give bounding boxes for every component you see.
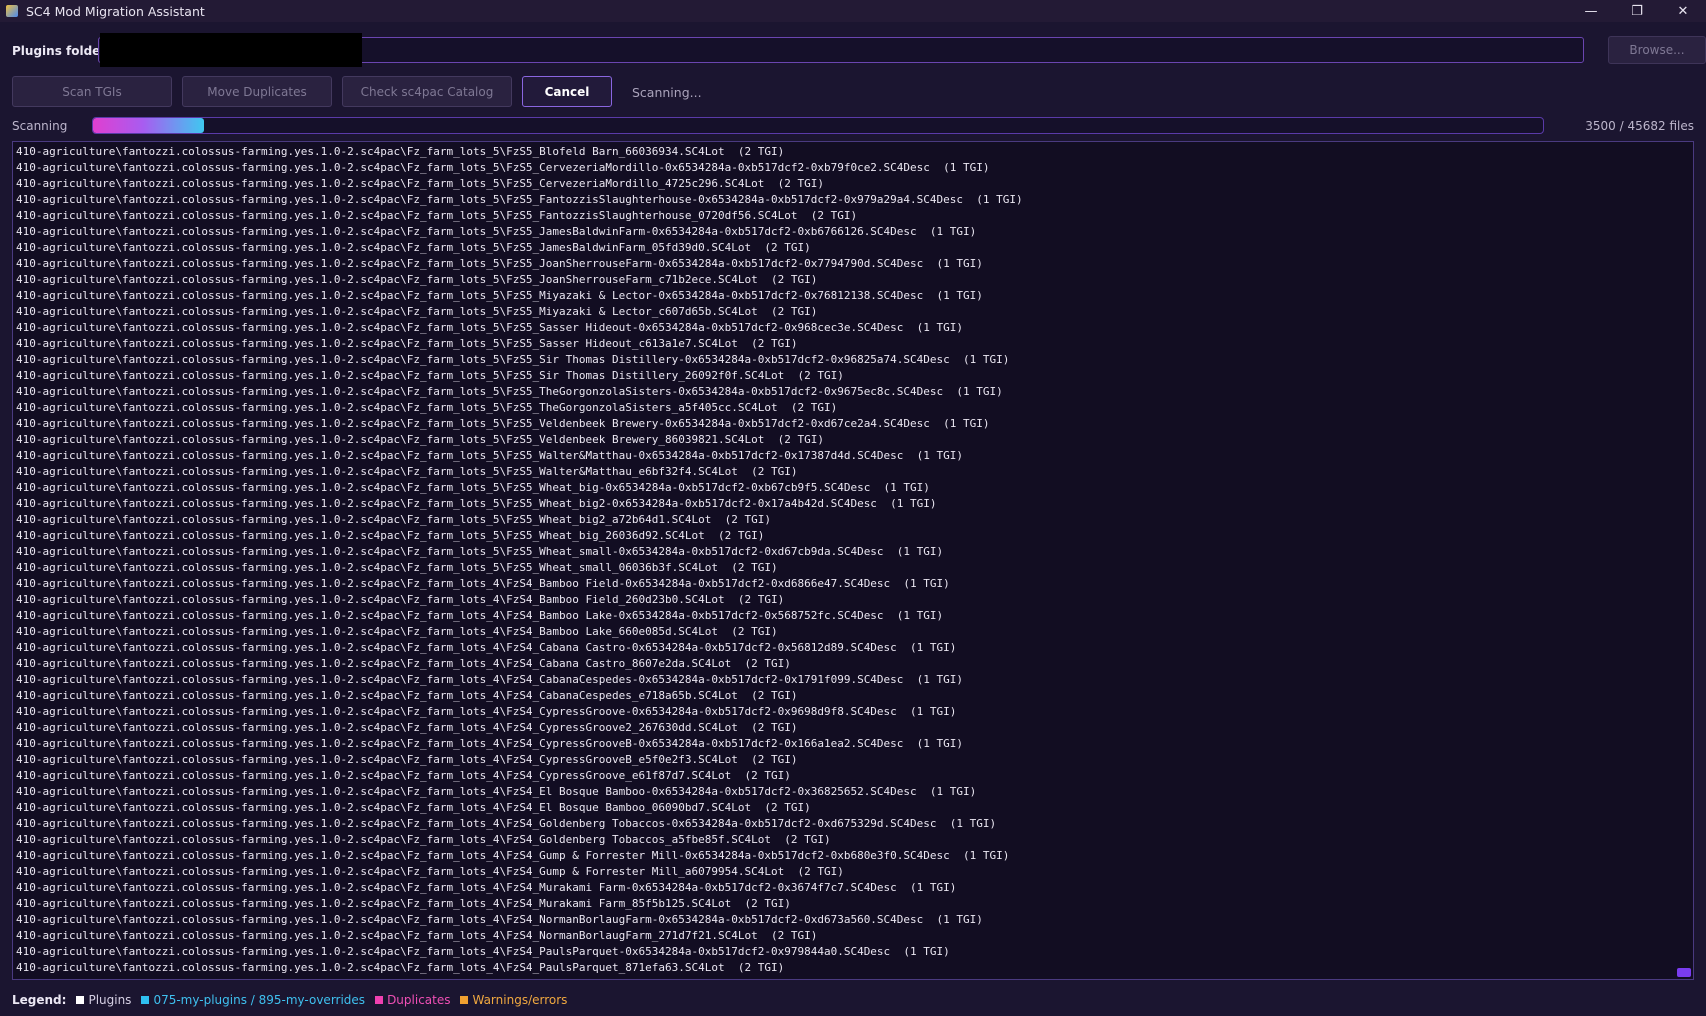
file-count: 3500 / 45682 files [1585, 119, 1694, 133]
progress-bar [92, 117, 1544, 134]
legend-label: 075-my-plugins / 895-my-overrides [153, 993, 366, 1007]
scan-log[interactable]: 410-agriculture\fantozzi.colossus-farmin… [12, 141, 1694, 980]
log-line: 410-agriculture\fantozzi.colossus-farmin… [16, 289, 983, 302]
check-catalog-button[interactable]: Check sc4pac Catalog [342, 76, 512, 107]
legend-swatch [141, 996, 150, 1004]
log-line: 410-agriculture\fantozzi.colossus-farmin… [16, 225, 977, 238]
log-line: 410-agriculture\fantozzi.colossus-farmin… [16, 833, 831, 846]
log-line: 410-agriculture\fantozzi.colossus-farmin… [16, 609, 944, 622]
log-line: 410-agriculture\fantozzi.colossus-farmin… [16, 801, 811, 814]
minimize-button[interactable]: — [1568, 0, 1614, 22]
log-line: 410-agriculture\fantozzi.colossus-farmin… [16, 689, 798, 702]
log-line: 410-agriculture\fantozzi.colossus-farmin… [16, 849, 1010, 862]
log-line: 410-agriculture\fantozzi.colossus-farmin… [16, 145, 785, 158]
move-duplicates-button[interactable]: Move Duplicates [182, 76, 332, 107]
log-line: 410-agriculture\fantozzi.colossus-farmin… [16, 737, 964, 750]
legend-title: Legend: [12, 993, 67, 1007]
progress-fill [93, 118, 205, 133]
log-line: 410-agriculture\fantozzi.colossus-farmin… [16, 817, 997, 830]
progress-row: Scanning 3500 / 45682 files [12, 116, 1694, 136]
progress-label: Scanning [12, 119, 68, 133]
log-line: 410-agriculture\fantozzi.colossus-farmin… [16, 705, 957, 718]
legend-label: Warnings/errors [472, 993, 568, 1007]
scrollbar-thumb[interactable] [1677, 968, 1691, 977]
browse-button[interactable]: Browse... [1608, 36, 1706, 64]
cancel-button[interactable]: Cancel [522, 76, 612, 107]
log-line: 410-agriculture\fantozzi.colossus-farmin… [16, 897, 791, 910]
log-line: 410-agriculture\fantozzi.colossus-farmin… [16, 273, 818, 286]
log-line: 410-agriculture\fantozzi.colossus-farmin… [16, 369, 844, 382]
log-line: 410-agriculture\fantozzi.colossus-farmin… [16, 593, 785, 606]
log-line: 410-agriculture\fantozzi.colossus-farmin… [16, 929, 818, 942]
title-bar: SC4 Mod Migration Assistant — ❐ ✕ [0, 0, 1706, 22]
plugins-folder-label: Plugins folder: [12, 44, 112, 58]
legend: Legend: Plugins 075-my-plugins / 895-my-o… [12, 992, 577, 1008]
log-line: 410-agriculture\fantozzi.colossus-farmin… [16, 321, 964, 334]
scan-tgis-button[interactable]: Scan TGIs [12, 76, 172, 107]
legend-label: Plugins [88, 993, 132, 1007]
log-line: 410-agriculture\fantozzi.colossus-farmin… [16, 657, 791, 670]
log-line: 410-agriculture\fantozzi.colossus-farmin… [16, 625, 778, 638]
legend-item: Warnings/errors [460, 993, 567, 1007]
log-line: 410-agriculture\fantozzi.colossus-farmin… [16, 577, 950, 590]
toolbar: Scan TGIs Move Duplicates Check sc4pac C… [12, 76, 1694, 108]
log-line: 410-agriculture\fantozzi.colossus-farmin… [16, 769, 791, 782]
log-line: 410-agriculture\fantozzi.colossus-farmin… [16, 497, 937, 510]
log-line: 410-agriculture\fantozzi.colossus-farmin… [16, 257, 983, 270]
window-title: SC4 Mod Migration Assistant [26, 3, 205, 19]
log-line: 410-agriculture\fantozzi.colossus-farmin… [16, 433, 824, 446]
log-line: 410-agriculture\fantozzi.colossus-farmin… [16, 673, 964, 686]
scan-status-text: Scanning... [632, 85, 702, 100]
legend-swatch [76, 996, 85, 1004]
log-line: 410-agriculture\fantozzi.colossus-farmin… [16, 753, 798, 766]
log-line: 410-agriculture\fantozzi.colossus-farmin… [16, 545, 944, 558]
log-line: 410-agriculture\fantozzi.colossus-farmin… [16, 513, 771, 526]
restore-button[interactable]: ❐ [1614, 0, 1660, 22]
log-lines: 410-agriculture\fantozzi.colossus-farmin… [16, 144, 1663, 976]
log-line: 410-agriculture\fantozzi.colossus-farmin… [16, 177, 824, 190]
legend-item: Duplicates [375, 993, 450, 1007]
log-line: 410-agriculture\fantozzi.colossus-farmin… [16, 529, 765, 542]
log-line: 410-agriculture\fantozzi.colossus-farmin… [16, 865, 844, 878]
log-line: 410-agriculture\fantozzi.colossus-farmin… [16, 161, 990, 174]
redacted-path-block [100, 33, 362, 67]
log-line: 410-agriculture\fantozzi.colossus-farmin… [16, 401, 838, 414]
window-controls: — ❐ ✕ [1568, 0, 1706, 22]
app-icon [6, 5, 18, 17]
log-line: 410-agriculture\fantozzi.colossus-farmin… [16, 417, 990, 430]
legend-swatch [460, 996, 469, 1004]
log-line: 410-agriculture\fantozzi.colossus-farmin… [16, 881, 957, 894]
legend-item: Plugins [76, 993, 131, 1007]
log-line: 410-agriculture\fantozzi.colossus-farmin… [16, 945, 950, 958]
log-line: 410-agriculture\fantozzi.colossus-farmin… [16, 449, 964, 462]
log-line: 410-agriculture\fantozzi.colossus-farmin… [16, 961, 785, 974]
legend-swatch [375, 996, 384, 1004]
log-line: 410-agriculture\fantozzi.colossus-farmin… [16, 785, 977, 798]
log-line: 410-agriculture\fantozzi.colossus-farmin… [16, 209, 858, 222]
log-line: 410-agriculture\fantozzi.colossus-farmin… [16, 337, 798, 350]
log-line: 410-agriculture\fantozzi.colossus-farmin… [16, 465, 798, 478]
log-line: 410-agriculture\fantozzi.colossus-farmin… [16, 193, 1023, 206]
log-line: 410-agriculture\fantozzi.colossus-farmin… [16, 561, 778, 574]
log-line: 410-agriculture\fantozzi.colossus-farmin… [16, 385, 1003, 398]
close-button[interactable]: ✕ [1660, 0, 1706, 22]
legend-label: Duplicates [387, 993, 451, 1007]
log-line: 410-agriculture\fantozzi.colossus-farmin… [16, 353, 1010, 366]
log-line: 410-agriculture\fantozzi.colossus-farmin… [16, 481, 930, 494]
log-line: 410-agriculture\fantozzi.colossus-farmin… [16, 305, 818, 318]
log-line: 410-agriculture\fantozzi.colossus-farmin… [16, 721, 798, 734]
legend-item: 075-my-plugins / 895-my-overrides [141, 993, 365, 1007]
log-line: 410-agriculture\fantozzi.colossus-farmin… [16, 241, 811, 254]
log-line: 410-agriculture\fantozzi.colossus-farmin… [16, 641, 957, 654]
log-line: 410-agriculture\fantozzi.colossus-farmin… [16, 913, 983, 926]
